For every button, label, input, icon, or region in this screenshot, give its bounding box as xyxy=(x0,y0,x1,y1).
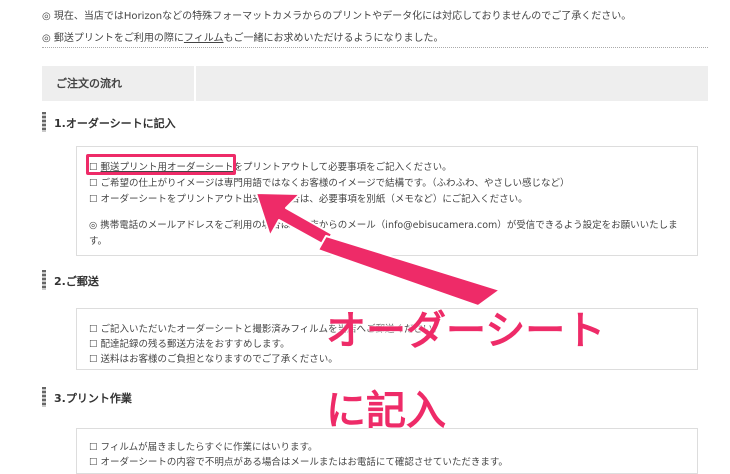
annotation-line-1: オーダーシート xyxy=(326,308,606,354)
annotation-line-2: に記入 xyxy=(326,388,446,434)
